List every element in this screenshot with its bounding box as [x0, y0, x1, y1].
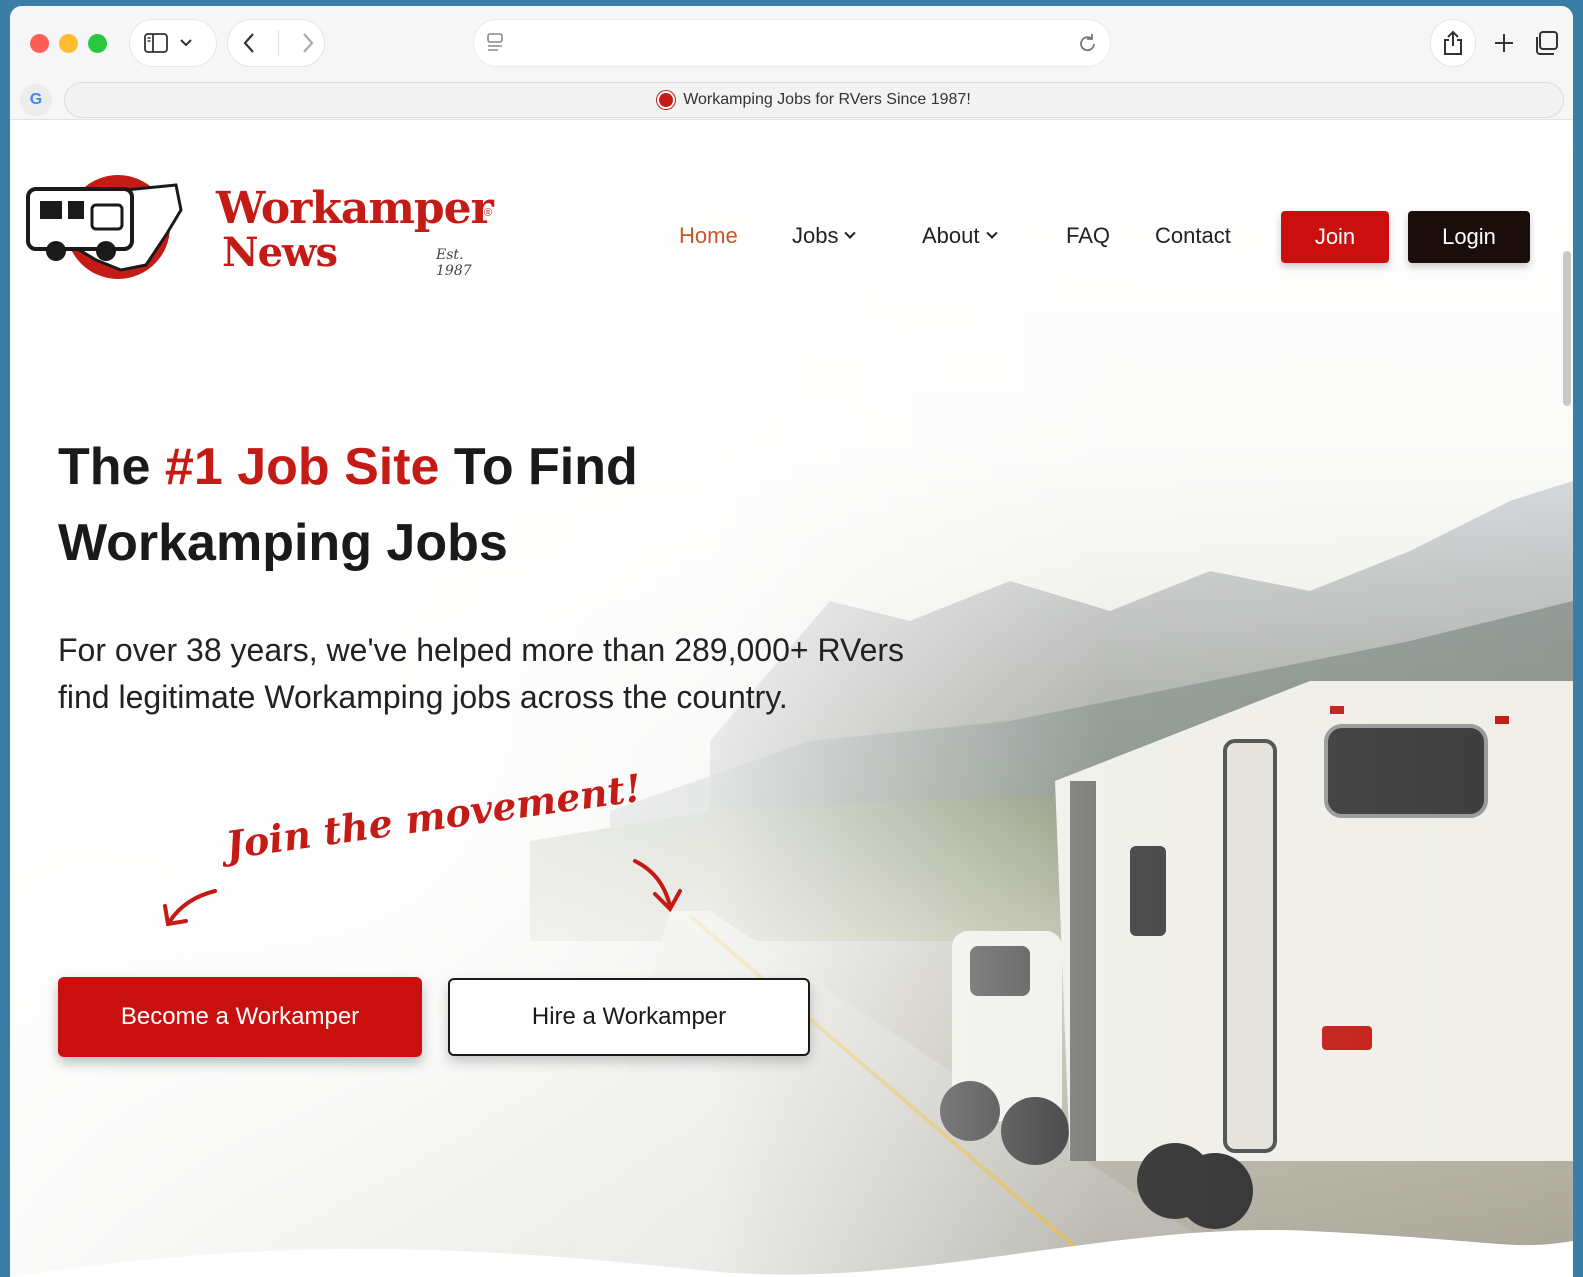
- site-logo[interactable]: Workamper ® News Est. 1987: [26, 165, 496, 285]
- zoom-window-button[interactable]: [88, 34, 107, 53]
- share-button[interactable]: [1431, 20, 1475, 66]
- chevron-left-icon[interactable]: [242, 32, 256, 54]
- hero-title-pre: The: [58, 438, 165, 496]
- chevron-down-icon: [180, 39, 192, 47]
- logo-name-line1: Workamper: [216, 183, 494, 234]
- sidebar-toggle-button[interactable]: [130, 20, 216, 66]
- nav-jobs-label: Jobs: [792, 223, 839, 248]
- chevron-down-icon: [985, 227, 998, 239]
- login-button[interactable]: Login: [1408, 211, 1530, 263]
- logo-name-line2: News: [222, 229, 338, 276]
- hero-title-highlight: #1 Job Site: [164, 438, 440, 496]
- chevron-down-icon: [844, 227, 857, 239]
- nav-about-label: About: [922, 223, 980, 248]
- tab-bar: G Workamping Jobs for RVers Since 1987!: [10, 80, 1573, 120]
- browser-window: G Workamping Jobs for RVers Since 1987!: [10, 6, 1573, 1277]
- divider: [278, 30, 279, 56]
- window-controls: [30, 34, 107, 53]
- nav-jobs[interactable]: Jobs: [792, 223, 857, 249]
- page-viewport: Workamper ® News Est. 1987 Home Jobs Abo…: [10, 121, 1573, 1277]
- sidebar-icon: [144, 33, 168, 53]
- chevron-right-icon[interactable]: [301, 32, 315, 54]
- hero-subtitle: For over 38 years, we've helped more tha…: [58, 632, 905, 715]
- history-nav: [228, 20, 324, 66]
- become-workamper-button[interactable]: Become a Workamper: [58, 977, 422, 1057]
- active-tab[interactable]: Workamping Jobs for RVers Since 1987!: [64, 82, 1564, 118]
- address-bar[interactable]: [474, 20, 1110, 66]
- hero-title-post: To Find: [439, 438, 638, 496]
- hero-title-line2: Workamping Jobs: [58, 514, 508, 572]
- favicon-icon: [657, 91, 676, 109]
- google-icon: G: [29, 91, 43, 108]
- browser-toolbar: [10, 6, 1573, 80]
- tab-title: Workamping Jobs for RVers Since 1987!: [683, 91, 971, 108]
- google-button[interactable]: G: [20, 84, 52, 116]
- toolbar-actions: [1431, 20, 1573, 66]
- nav-faq[interactable]: FAQ: [1066, 223, 1110, 249]
- rv-map-logo-icon: [26, 175, 183, 279]
- reload-icon[interactable]: [1078, 32, 1098, 59]
- nav-about[interactable]: About: [922, 223, 998, 249]
- nav-contact[interactable]: Contact: [1155, 223, 1231, 249]
- logo-registered: ®: [484, 207, 493, 219]
- share-icon: [1442, 30, 1464, 56]
- page-icon: [486, 33, 504, 58]
- nav-home[interactable]: Home: [679, 223, 738, 249]
- join-button[interactable]: Join: [1281, 211, 1389, 263]
- minimize-window-button[interactable]: [59, 34, 78, 53]
- hire-workamper-button[interactable]: Hire a Workamper: [448, 978, 810, 1056]
- page-scrollbar[interactable]: [1563, 251, 1571, 406]
- nav-faq-label: FAQ: [1066, 223, 1111, 248]
- close-window-button[interactable]: [30, 34, 49, 53]
- hero-title: The #1 Job Site To Find Workamping Jobs: [58, 429, 818, 581]
- nav-contact-label: Contact: [1155, 223, 1231, 248]
- tabs-icon[interactable]: [1533, 30, 1559, 56]
- plus-icon[interactable]: [1493, 32, 1515, 54]
- logo-established: Est. 1987: [436, 247, 472, 279]
- nav-home-label: Home: [679, 223, 738, 248]
